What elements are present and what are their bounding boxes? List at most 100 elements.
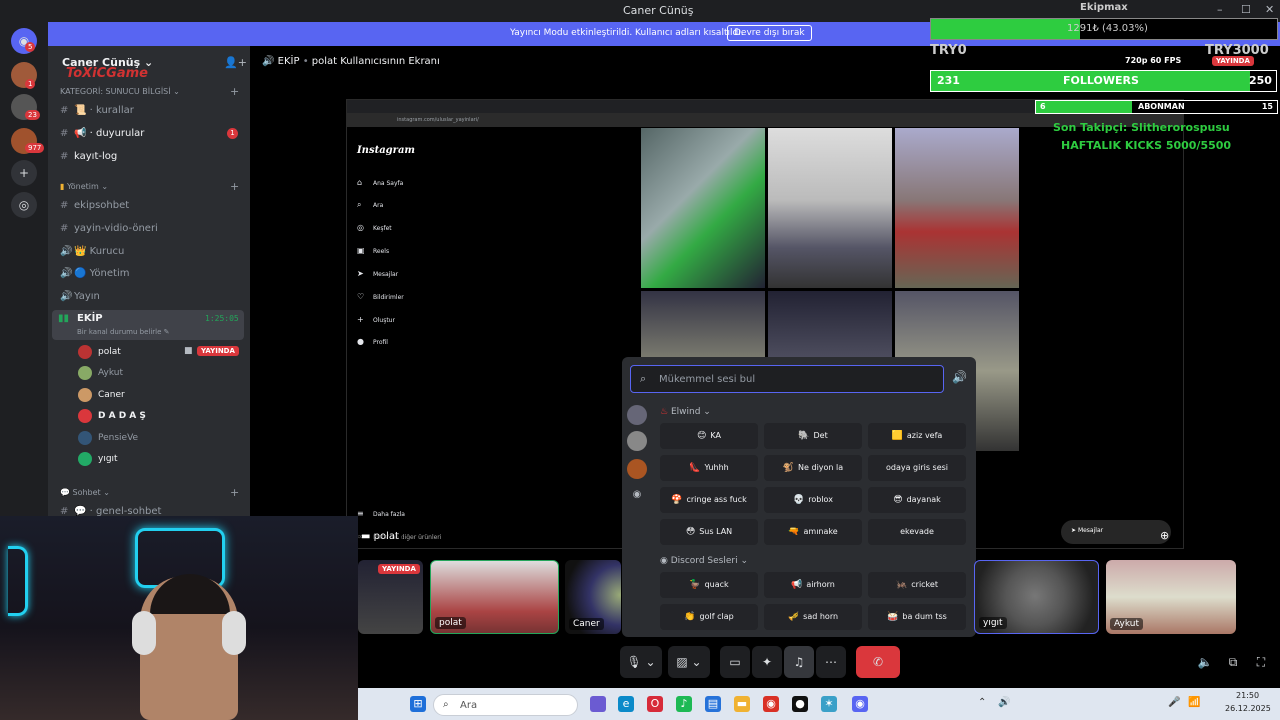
- nav-label: Bildirimler: [373, 294, 404, 301]
- sound-button[interactable]: 💀 roblox: [764, 487, 862, 513]
- search-icon: ⌕: [640, 372, 647, 385]
- edge-icon[interactable]: e: [618, 696, 634, 712]
- tray-volume-icon[interactable]: 🔊: [998, 697, 1010, 708]
- participant-tile[interactable]: Aykut: [1106, 560, 1236, 634]
- avatar: [78, 366, 92, 380]
- server-icon[interactable]: [627, 431, 647, 451]
- maximize-icon[interactable]: ☐: [1241, 3, 1251, 16]
- sound-button[interactable]: 👏 golf clap: [660, 604, 758, 630]
- channel-status[interactable]: Bir kanal durumu belirle ✎: [77, 328, 170, 336]
- sound-button[interactable]: 🐒 Ne diyon la: [764, 455, 862, 481]
- activities-button[interactable]: ✦: [752, 646, 782, 678]
- screen-share-button[interactable]: ▭: [720, 646, 750, 678]
- sound-emoji: 🎺: [787, 612, 800, 622]
- channel-kayit-log[interactable]: # kayıt-log: [60, 151, 117, 162]
- sound-button[interactable]: 🍄 cringe ass fuck: [660, 487, 758, 513]
- channel-yayin-vidio-oneri[interactable]: # yayin-vidio-öneri: [60, 223, 158, 234]
- live-badge: YAYINDA: [378, 564, 420, 574]
- store-icon[interactable]: ▤: [705, 696, 721, 712]
- microphone-button[interactable]: 🎙 ⌄: [620, 646, 662, 678]
- folder-icon[interactable]: ▬: [734, 696, 750, 712]
- sound-button[interactable]: 📢 airhorn: [764, 572, 862, 598]
- camera-off-button[interactable]: ▨ ⌄: [668, 646, 710, 678]
- add-channel-icon[interactable]: +: [230, 486, 239, 499]
- discord-icon[interactable]: ◉: [627, 485, 647, 505]
- sound-button[interactable]: 🎺 sad horn: [764, 604, 862, 630]
- minimize-icon[interactable]: –: [1217, 3, 1223, 16]
- add-server-icon[interactable]: +: [11, 160, 37, 186]
- category-label: Yönetim ⌄: [66, 182, 109, 191]
- server-icon[interactable]: [627, 459, 647, 479]
- sound-label: amınake: [803, 527, 838, 536]
- spotify-icon[interactable]: ♪: [676, 696, 692, 712]
- active-voice-channel[interactable]: ▮▮ EKİP 1:25:05 Bir kanal durumu belirle…: [52, 310, 244, 340]
- zoom-icon[interactable]: ⊕: [1160, 529, 1169, 542]
- sound-button[interactable]: 🐘 Det: [764, 423, 862, 449]
- channel-ekipsohbet[interactable]: # ekipsohbet: [60, 200, 129, 211]
- sound-button[interactable]: 😊 KA: [660, 423, 758, 449]
- channel-label: 📜 · kurallar: [74, 105, 134, 116]
- sound-button[interactable]: 🦆 quack: [660, 572, 758, 598]
- volume-icon[interactable]: 🔊: [952, 370, 967, 384]
- category-yonetim[interactable]: ▮ Yönetim ⌄ +: [60, 180, 239, 193]
- opera-icon[interactable]: O: [647, 696, 663, 712]
- sound-button[interactable]: 🔫 amınake: [764, 519, 862, 545]
- popout-icon[interactable]: ⧉: [1218, 646, 1248, 678]
- start-icon[interactable]: ⊞: [410, 696, 426, 712]
- sound-emoji: 🦆: [689, 580, 701, 590]
- chrome-icon[interactable]: ◉: [763, 696, 779, 712]
- tray-wifi-icon[interactable]: 📶: [1188, 697, 1200, 708]
- sound-button[interactable]: 😎 dayanak: [868, 487, 966, 513]
- fullscreen-icon[interactable]: ⛶: [1246, 646, 1276, 678]
- sound-emoji: 🔫: [788, 527, 800, 537]
- soundboard-section[interactable]: ◉ Discord Sesleri ⌄: [660, 556, 748, 566]
- volume-icon[interactable]: 🔈: [1190, 646, 1220, 678]
- participant-tile[interactable]: yıgıt: [974, 560, 1099, 634]
- close-icon[interactable]: ✕: [1265, 3, 1274, 16]
- voice-channel-kurucu[interactable]: 🔊 👑 Kurucu: [60, 246, 124, 257]
- tray-chevron-icon[interactable]: ⌃: [978, 697, 986, 708]
- voice-channel-name: EKİP: [77, 313, 103, 324]
- sound-button[interactable]: 👠 Yuhhh: [660, 455, 758, 481]
- voice-channel-yonetim[interactable]: 🔊 🔵 Yönetim: [60, 268, 129, 279]
- voice-channel-yayin[interactable]: 🔊 Yayın: [60, 291, 100, 302]
- participant-tile[interactable]: polat: [430, 560, 559, 634]
- sound-button[interactable]: 😳 Sus LAN: [660, 519, 758, 545]
- clock-date[interactable]: 26.12.2025: [1225, 704, 1271, 713]
- app-icon[interactable]: ✶: [821, 696, 837, 712]
- disconnect-button[interactable]: ✆: [856, 646, 900, 678]
- sound-label: golf clap: [699, 612, 734, 621]
- participant-tile[interactable]: YAYINDA: [358, 560, 423, 634]
- more-options-button[interactable]: ⋯: [816, 646, 846, 678]
- channel-duyurular[interactable]: # 📢 · duyurular: [60, 128, 144, 139]
- category-sohbet[interactable]: 💬 Sohbet ⌄ +: [60, 486, 239, 499]
- participant-tile[interactable]: Caner: [565, 560, 621, 634]
- server-icon[interactable]: [627, 405, 647, 425]
- category-server-info[interactable]: KATEGORİ: SUNUCU BİLGİSİ ⌄ +: [60, 85, 239, 98]
- tray-mic-icon[interactable]: 🎤: [1168, 697, 1180, 708]
- add-channel-icon[interactable]: +: [230, 85, 239, 98]
- nav-label: Ana Sayfa: [373, 180, 404, 187]
- sound-emoji: 🟨: [891, 431, 903, 441]
- soundboard-search[interactable]: ⌕ Mükemmel sesi bul: [630, 365, 944, 393]
- invite-icon[interactable]: 👤+: [224, 56, 247, 69]
- disable-streamer-mode-button[interactable]: Devre dışı bırak: [727, 25, 812, 41]
- sound-button[interactable]: 🟨 aziz vefa: [868, 423, 966, 449]
- soundboard-button[interactable]: ♫: [784, 646, 814, 678]
- sound-emoji: 👠: [689, 463, 701, 473]
- sound-button[interactable]: ekevade: [868, 519, 966, 545]
- sound-button[interactable]: 🦗 cricket: [868, 572, 966, 598]
- clock-time[interactable]: 21:50: [1236, 691, 1259, 700]
- soundboard-section[interactable]: ♨ Elwind ⌄: [660, 407, 711, 417]
- taskbar-search[interactable]: ⌕ Ara: [433, 694, 578, 716]
- sound-button[interactable]: odaya giris sesi: [868, 455, 966, 481]
- sound-button[interactable]: 🥁 ba dum tss: [868, 604, 966, 630]
- folder-icon: ▮: [60, 182, 67, 191]
- add-channel-icon[interactable]: +: [230, 180, 239, 193]
- channel-kurallar[interactable]: # 📜 · kurallar: [60, 105, 134, 116]
- obs-icon[interactable]: ●: [792, 696, 808, 712]
- goal-min-label: TRY0: [930, 43, 967, 58]
- explore-icon[interactable]: ◎: [11, 192, 37, 218]
- discord-taskbar-icon[interactable]: ◉: [852, 696, 868, 712]
- copilot-icon[interactable]: [590, 696, 606, 712]
